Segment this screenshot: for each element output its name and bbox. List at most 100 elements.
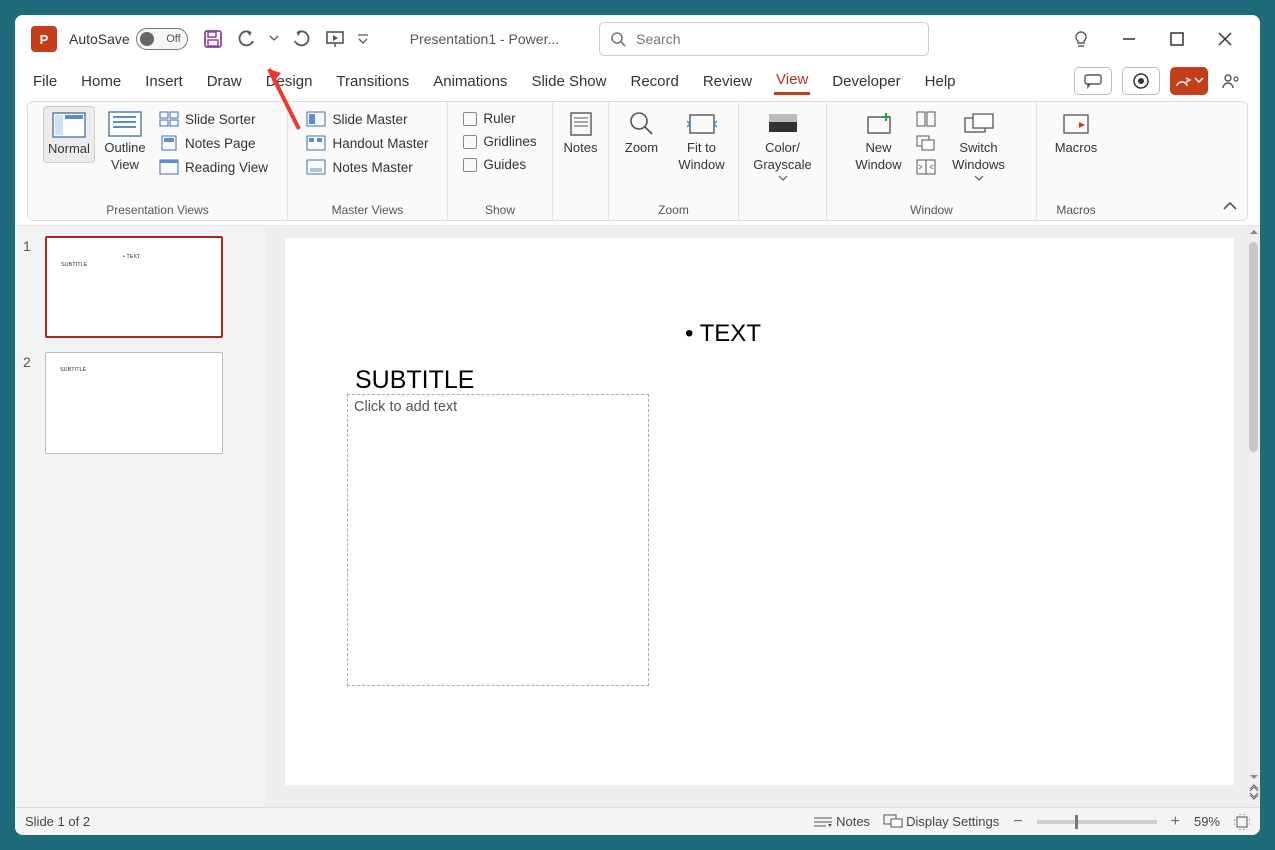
outline-view-icon	[108, 110, 142, 138]
tips-button[interactable]	[1068, 26, 1094, 52]
slide-master-icon	[306, 111, 326, 127]
slide-canvas[interactable]: • TEXT SUBTITLE Click to add text	[285, 238, 1234, 785]
slide-thumbnail-1[interactable]: SUBTITLE • TEXT	[45, 236, 223, 338]
tab-developer[interactable]: Developer	[830, 69, 902, 94]
notes-button[interactable]: Notes	[555, 106, 607, 161]
tab-record[interactable]: Record	[628, 69, 680, 94]
checkbox-icon	[463, 135, 477, 149]
zoom-slider[interactable]	[1037, 820, 1157, 824]
notes-toggle[interactable]: Notes	[814, 814, 870, 829]
tab-transitions[interactable]: Transitions	[334, 69, 411, 94]
notes-icon	[564, 110, 598, 138]
move-split-button[interactable]	[912, 158, 940, 176]
outline-view-button[interactable]: Outline View	[99, 106, 151, 178]
search-input[interactable]	[636, 31, 918, 47]
qat-customize[interactable]	[356, 26, 370, 52]
notes-master-button[interactable]: Notes Master	[302, 158, 432, 176]
slide-bullet-text[interactable]: • TEXT	[685, 320, 761, 348]
autosave-label: AutoSave	[69, 31, 130, 47]
thumb-number: 1	[23, 236, 37, 338]
search-icon	[610, 31, 626, 47]
macros-button[interactable]: Macros	[1050, 106, 1102, 161]
slide-master-button[interactable]: Slide Master	[302, 110, 432, 128]
new-window-button[interactable]: New Window	[850, 106, 908, 178]
slide-sorter-icon	[159, 111, 179, 127]
arrange-all-icon	[916, 111, 936, 127]
tab-design[interactable]: Design	[264, 69, 315, 94]
undo-dropdown[interactable]	[268, 26, 280, 52]
group-zoom-label: Zoom	[617, 200, 730, 220]
tab-insert[interactable]: Insert	[143, 69, 185, 94]
slide-sorter-button[interactable]: Slide Sorter	[155, 110, 272, 128]
next-slide-arrow[interactable]	[1249, 793, 1259, 801]
new-window-icon	[862, 110, 896, 138]
scroll-down-arrow[interactable]	[1249, 773, 1259, 781]
tab-slideshow[interactable]: Slide Show	[529, 69, 608, 94]
zoom-button[interactable]: Zoom	[616, 106, 668, 161]
redo-button[interactable]	[288, 26, 314, 52]
slide-subtitle[interactable]: SUBTITLE	[355, 366, 474, 395]
display-settings[interactable]: Display Settings	[884, 814, 999, 829]
close-button[interactable]	[1212, 26, 1238, 52]
cameo-button[interactable]	[1122, 67, 1160, 95]
arrange-all-button[interactable]	[912, 110, 940, 128]
comments-button[interactable]	[1074, 67, 1112, 95]
search-box[interactable]	[599, 22, 929, 56]
minimize-button[interactable]	[1116, 26, 1142, 52]
guides-checkbox[interactable]: Guides	[459, 156, 540, 173]
reading-view-button[interactable]: Reading View	[155, 158, 272, 176]
share-button[interactable]	[1170, 67, 1208, 95]
zoom-percent[interactable]: 59%	[1194, 814, 1220, 829]
switch-windows-icon	[962, 110, 996, 138]
vertical-scrollbar[interactable]	[1247, 226, 1260, 807]
ruler-checkbox[interactable]: Ruler	[459, 110, 540, 127]
tab-help[interactable]: Help	[923, 69, 958, 94]
color-grayscale-icon	[766, 110, 800, 138]
color-grayscale-button[interactable]: Color/ Grayscale	[744, 106, 822, 185]
gridlines-checkbox[interactable]: Gridlines	[459, 133, 540, 150]
group-master-views-label: Master Views	[296, 200, 439, 220]
cascade-icon	[916, 135, 936, 151]
tab-file[interactable]: File	[31, 69, 59, 94]
normal-view-button[interactable]: Normal	[43, 106, 95, 163]
zoom-out[interactable]: −	[1013, 813, 1022, 831]
tab-review[interactable]: Review	[701, 69, 754, 94]
scroll-up-arrow[interactable]	[1249, 228, 1259, 236]
ribbon-tabs: File Home Insert Draw Design Transitions…	[15, 63, 1260, 99]
cascade-button[interactable]	[912, 134, 940, 152]
chevron-down-icon	[779, 176, 787, 181]
fit-to-window-button[interactable]: Fit to Window	[672, 106, 732, 178]
notes-toggle-icon	[814, 816, 832, 828]
handout-master-button[interactable]: Handout Master	[302, 134, 432, 152]
tab-view[interactable]: View	[774, 67, 810, 95]
scrollbar-thumb[interactable]	[1249, 242, 1258, 452]
zoom-in[interactable]: +	[1171, 813, 1180, 831]
group-window-label: Window	[835, 200, 1028, 220]
ribbon: Normal Outline View Slide Sorter Notes P…	[27, 101, 1248, 221]
collapse-ribbon-button[interactable]	[1223, 198, 1237, 216]
prev-slide-arrow[interactable]	[1249, 783, 1259, 791]
slide-thumbnail-2[interactable]: SUBTITLE	[45, 352, 223, 454]
save-button[interactable]	[200, 26, 226, 52]
notes-page-button[interactable]: Notes Page	[155, 134, 272, 152]
thumb-number: 2	[23, 352, 37, 454]
display-settings-icon	[884, 815, 902, 829]
undo-button[interactable]	[234, 26, 260, 52]
tab-animations[interactable]: Animations	[431, 69, 509, 94]
document-title: Presentation1 - Power...	[410, 31, 559, 47]
status-bar: Slide 1 of 2 Notes Display Settings − + …	[15, 807, 1260, 835]
chevron-down-icon	[975, 176, 983, 181]
slide-counter[interactable]: Slide 1 of 2	[25, 814, 90, 829]
autosave-toggle[interactable]: Off	[136, 28, 188, 50]
present-from-beginning-button[interactable]	[322, 26, 348, 52]
tab-draw[interactable]: Draw	[205, 69, 244, 94]
app-icon: P	[31, 26, 57, 52]
slide-text-placeholder[interactable]: Click to add text	[347, 394, 649, 686]
notes-page-icon	[159, 135, 179, 151]
move-split-icon	[916, 159, 936, 175]
tab-home[interactable]: Home	[79, 69, 123, 94]
fit-slide-button[interactable]	[1234, 814, 1250, 830]
maximize-button[interactable]	[1164, 26, 1190, 52]
switch-windows-button[interactable]: Switch Windows	[944, 106, 1014, 185]
teams-present-button[interactable]	[1218, 68, 1244, 94]
